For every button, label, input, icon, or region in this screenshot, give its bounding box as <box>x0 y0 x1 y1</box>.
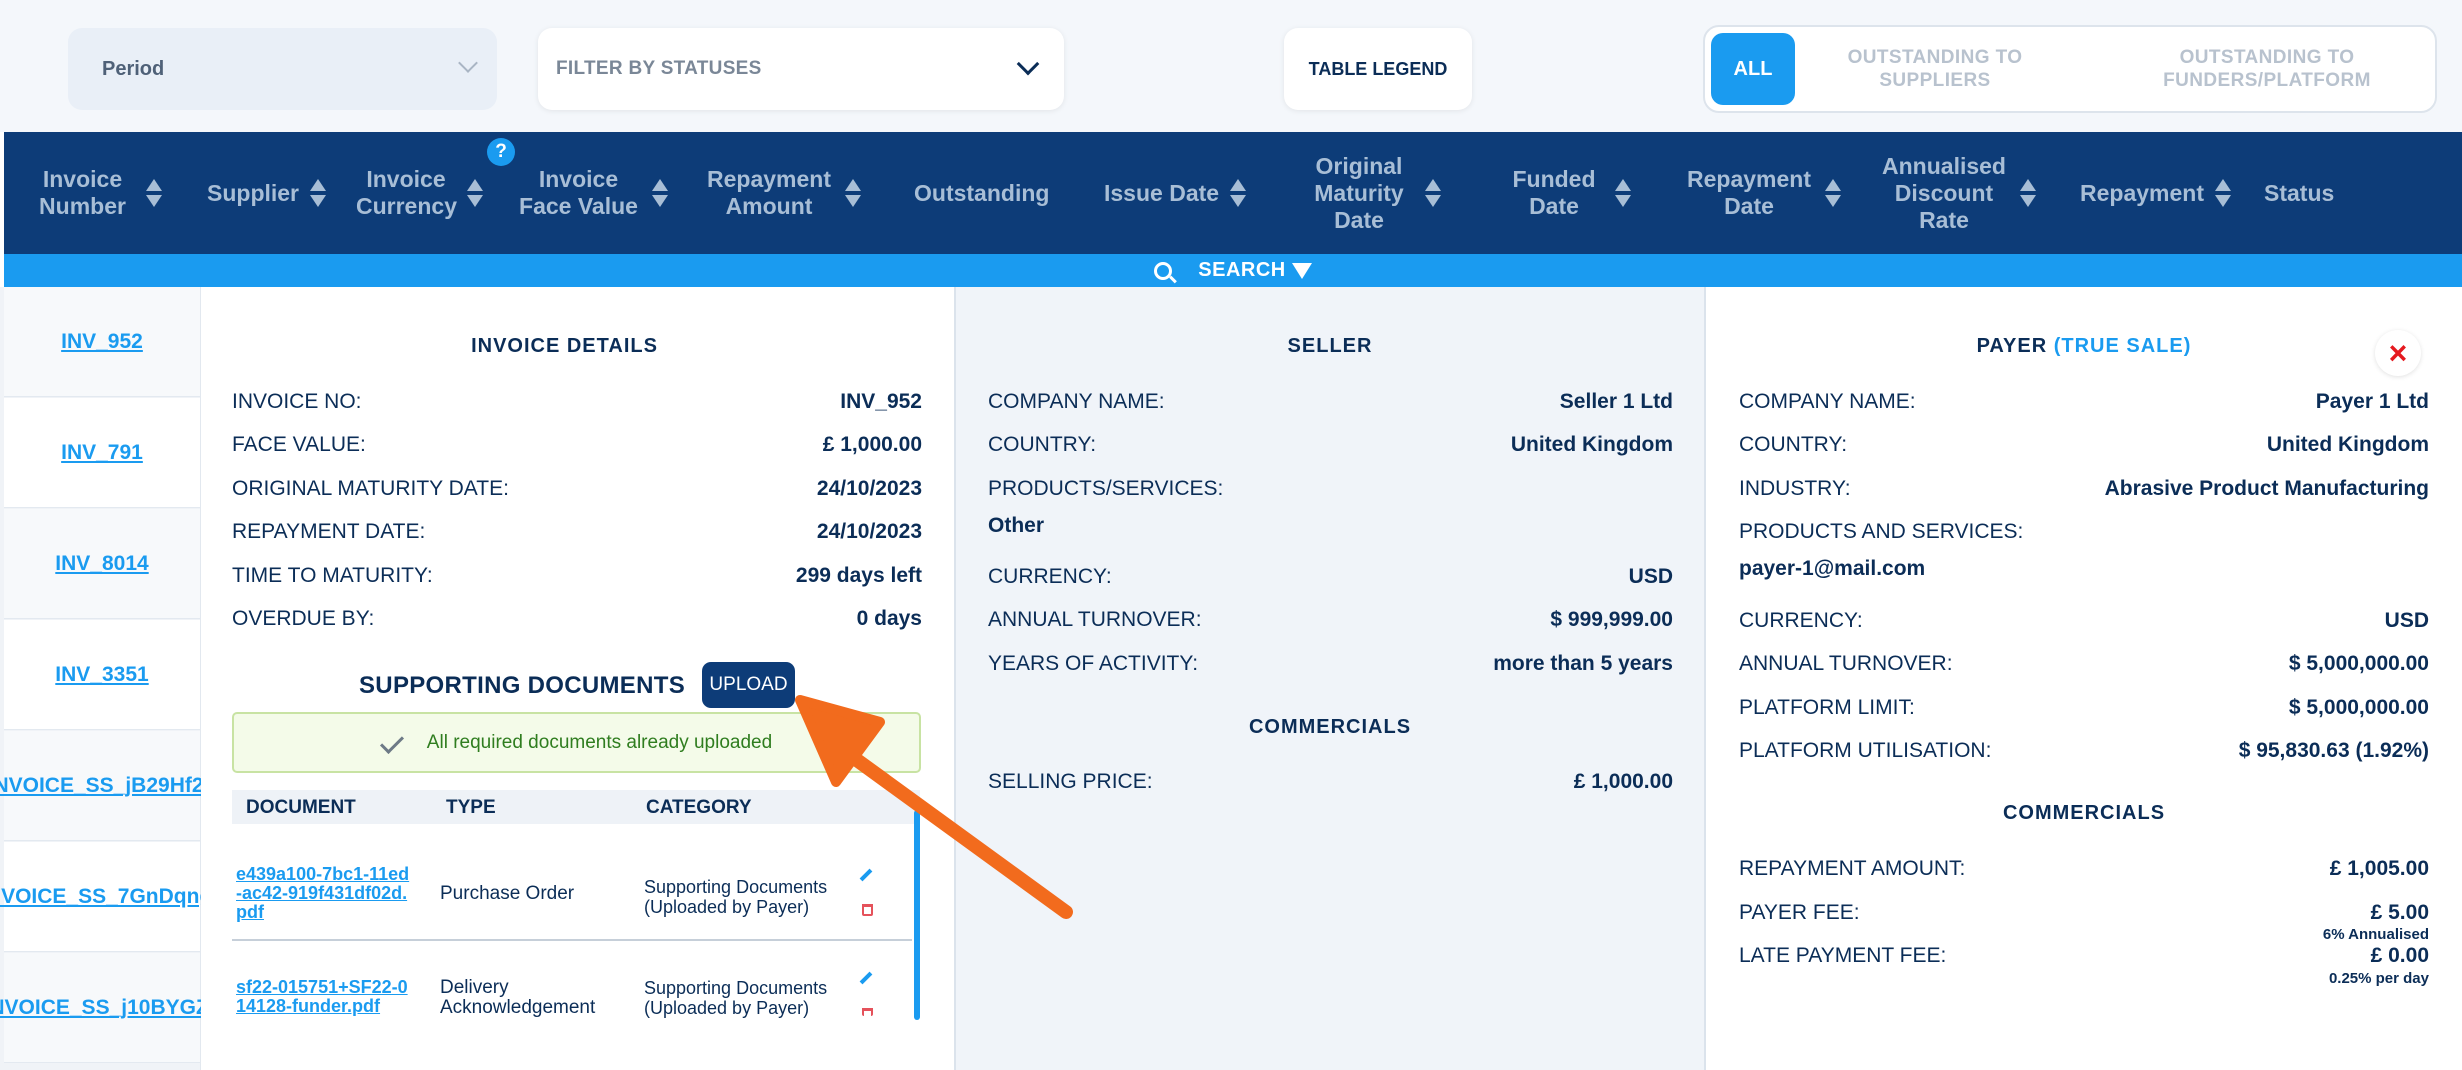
tab-outstanding-funders[interactable]: OUTSTANDING TO FUNDERS/PLATFORM <box>2117 33 2417 105</box>
document-link[interactable]: e439a100-7bc1-11ed -ac42-919f431df02d. pdf <box>236 865 436 922</box>
column-annualised-discount-rate[interactable]: Annualised Discount Rate <box>1879 132 2049 254</box>
sort-icon[interactable] <box>1229 177 1247 209</box>
detail-repayment-date: REPAYMENT DATE: 24/10/2023 <box>232 520 922 543</box>
documents-status-message: All required documents already uploaded <box>232 712 921 773</box>
detail-invoice-no: INVOICE NO: INV_952 <box>232 390 922 413</box>
invoice-link[interactable]: INVOICE_SS_jB29Hf2T <box>0 731 216 841</box>
column-issue-date[interactable]: Issue Date <box>1104 132 1274 254</box>
payer-late-fee: LATE PAYMENT FEE: £ 0.00 <box>1739 944 2429 967</box>
filter-bar: Period FILTER BY STATUSES TABLE LEGEND A… <box>0 0 2462 132</box>
search-icon <box>1154 261 1173 280</box>
search-toggle[interactable]: SEARCH <box>4 254 2462 287</box>
detail-time-to-maturity: TIME TO MATURITY: 299 days left <box>232 564 922 587</box>
payer-title: PAYER (TRUE SALE) <box>1976 335 2192 357</box>
help-icon[interactable]: ? <box>487 138 515 166</box>
seller-title: SELLER <box>1287 335 1373 357</box>
column-outstanding[interactable]: Outstanding <box>914 132 1074 254</box>
row-divider <box>232 939 912 941</box>
seller-years: YEARS OF ACTIVITY: more than 5 years <box>988 652 1673 675</box>
detail-face-value: FACE VALUE: £ 1,000.00 <box>232 433 922 456</box>
sort-icon[interactable] <box>145 177 163 209</box>
seller-country: COUNTRY: United Kingdom <box>988 433 1673 456</box>
invoice-link[interactable]: INV_3351 <box>4 620 200 730</box>
detail-original-maturity: ORIGINAL MATURITY DATE: 24/10/2023 <box>232 477 922 500</box>
sort-icon[interactable] <box>1824 177 1842 209</box>
tab-all[interactable]: ALL <box>1711 33 1795 105</box>
chevron-down-icon <box>1016 52 1040 76</box>
seller-company: COMPANY NAME: Seller 1 Ltd <box>988 390 1673 413</box>
column-status[interactable]: Status <box>2264 132 2384 254</box>
sort-icon[interactable] <box>2214 177 2232 209</box>
seller-currency: CURRENCY: USD <box>988 565 1673 588</box>
table-legend-button[interactable]: TABLE LEGEND <box>1284 28 1472 110</box>
status-filter-select[interactable]: FILTER BY STATUSES <box>538 28 1064 110</box>
column-original-maturity-date[interactable]: Original Maturity Date <box>1304 132 1464 254</box>
payer-products: payer-1@mail.com <box>1739 557 1926 580</box>
payer-country: COUNTRY: United Kingdom <box>1739 433 2429 456</box>
payer-industry: INDUSTRY: Abrasive Product Manufacturing <box>1739 477 2429 500</box>
payer-products-label: PRODUCTS AND SERVICES: <box>1739 520 2024 543</box>
payer-repayment-amount: REPAYMENT AMOUNT: £ 1,005.00 <box>1739 857 2429 880</box>
invoice-link[interactable]: INVOICE_SS_7GnDqngk <box>0 842 224 952</box>
column-invoice-number[interactable]: Invoice Number <box>30 132 190 254</box>
supporting-documents-title: SUPPORTING DOCUMENTS <box>359 672 686 699</box>
payer-late-fee-note: 0.25% per day <box>2328 970 2429 987</box>
period-select[interactable]: Period <box>68 28 497 110</box>
documents-scrollbar[interactable] <box>914 810 920 1020</box>
column-repayment-date[interactable]: Repayment Date <box>1684 132 1854 254</box>
sort-icon[interactable] <box>2019 177 2037 209</box>
invoice-link[interactable]: INV_952 <box>4 287 200 397</box>
column-repayment-amount[interactable]: Repayment Amount <box>704 132 874 254</box>
seller-products: Other <box>988 514 1045 537</box>
column-supplier[interactable]: Supplier <box>207 132 347 254</box>
invoice-link[interactable]: INV_791 <box>4 398 200 508</box>
payer-commercials-title: COMMERCIALS <box>2002 802 2166 824</box>
seller-products-label: PRODUCTS/SERVICES: <box>988 477 1224 500</box>
search-label: SEARCH <box>1198 259 1286 281</box>
seller-commercials-title: COMMERCIALS <box>1248 716 1412 738</box>
document-link[interactable]: sf22-015751+SF22-0 14128-funder.pdf <box>236 978 436 1016</box>
caret-down-icon <box>1291 262 1312 279</box>
trash-icon[interactable] <box>862 904 873 916</box>
payer-company: COMPANY NAME: Payer 1 Ltd <box>1739 390 2429 413</box>
payer-utilisation: PLATFORM UTILISATION: $ 95,830.63 (1.92%) <box>1739 739 2429 762</box>
seller-turnover: ANNUAL TURNOVER: $ 999,999.00 <box>988 608 1673 631</box>
detail-overdue-by: OVERDUE BY: 0 days <box>232 607 922 630</box>
column-repayment[interactable]: Repayment <box>2080 132 2232 254</box>
payer-fee-note: 6% Annualised <box>2322 926 2429 943</box>
invoice-link[interactable]: INV_8014 <box>4 509 200 619</box>
invoice-list: INV_952 INV_791 INV_8014 INV_3351 INVOIC… <box>0 287 224 1070</box>
seller-selling-price: SELLING PRICE: £ 1,000.00 <box>988 770 1673 793</box>
sort-icon[interactable] <box>466 177 484 209</box>
sort-icon[interactable] <box>651 177 669 209</box>
upload-button[interactable]: UPLOAD <box>702 662 795 708</box>
payer-fee: PAYER FEE: £ 5.00 <box>1739 901 2429 924</box>
payer-currency: CURRENCY: USD <box>1739 609 2429 632</box>
sort-icon[interactable] <box>844 177 862 209</box>
sort-icon[interactable] <box>309 177 327 209</box>
payer-platform-limit: PLATFORM LIMIT: $ 5,000,000.00 <box>1739 696 2429 719</box>
invoice-details-title: INVOICE DETAILS <box>471 335 658 357</box>
column-funded-date[interactable]: Funded Date <box>1504 132 1664 254</box>
tab-outstanding-suppliers[interactable]: OUTSTANDING TO SUPPLIERS <box>1815 33 2055 105</box>
outstanding-tabs: ALL OUTSTANDING TO SUPPLIERS OUTSTANDING… <box>1703 25 2437 113</box>
sort-icon[interactable] <box>1424 177 1442 209</box>
period-label: Period <box>102 57 165 80</box>
invoice-link[interactable]: INVOICE_SS_j10BYGZ4 <box>0 953 220 1063</box>
status-filter-placeholder: FILTER BY STATUSES <box>556 58 762 79</box>
column-invoice-face-value[interactable]: Invoice Face Value <box>516 132 676 254</box>
table-header: Invoice Number Supplier Invoice Currency… <box>4 132 2462 254</box>
payer-turnover: ANNUAL TURNOVER: $ 5,000,000.00 <box>1739 652 2429 675</box>
app-root: Period FILTER BY STATUSES TABLE LEGEND A… <box>0 0 2462 1070</box>
check-icon <box>379 729 404 754</box>
sort-icon[interactable] <box>1614 177 1632 209</box>
trash-icon[interactable] <box>862 1008 873 1016</box>
documents-table-header: DOCUMENT TYPE CATEGORY <box>232 790 920 824</box>
chevron-down-icon <box>458 53 478 73</box>
close-icon[interactable]: × <box>2375 330 2421 376</box>
